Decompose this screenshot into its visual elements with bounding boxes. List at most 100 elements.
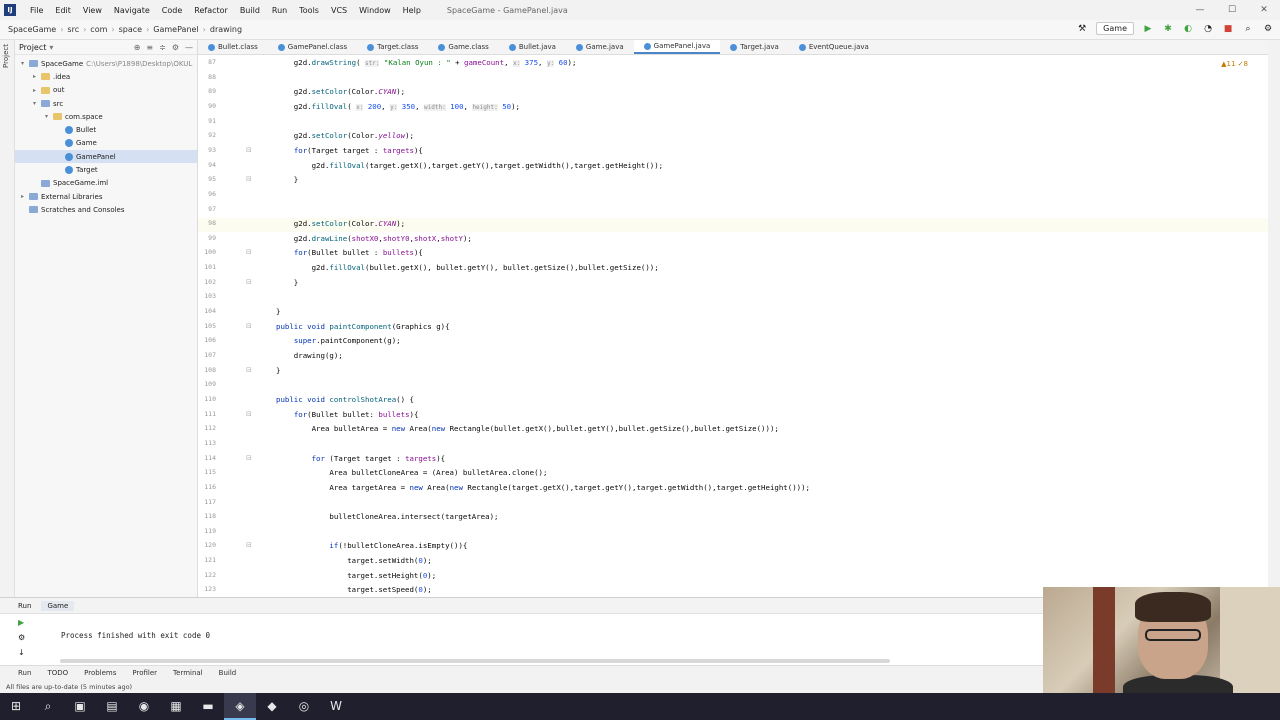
fold-marker-icon[interactable]: ⊟ bbox=[246, 366, 252, 374]
taskbar-app-icon[interactable]: ◆ bbox=[256, 693, 288, 720]
tool-window-terminal[interactable]: Terminal bbox=[173, 669, 203, 677]
editor-tab[interactable]: EventQueue.java bbox=[789, 40, 879, 54]
tool-window-profiler[interactable]: Profiler bbox=[132, 669, 157, 677]
locate-icon[interactable]: ⊕ bbox=[134, 43, 141, 52]
inspection-widget[interactable]: ▲11 ✓8 bbox=[1221, 60, 1248, 68]
code-line[interactable]: Area bulletCloneArea = (Area) bulletArea… bbox=[276, 468, 547, 477]
breadcrumb-item[interactable]: SpaceGame bbox=[4, 25, 60, 34]
taskbar-app-icon[interactable]: ▤ bbox=[96, 693, 128, 720]
tree-item[interactable]: SpaceGame.iml bbox=[15, 177, 197, 190]
menu-help[interactable]: Help bbox=[397, 6, 427, 15]
fold-marker-icon[interactable]: ⊟ bbox=[246, 175, 252, 183]
expand-all-icon[interactable]: ≑ bbox=[159, 43, 166, 52]
taskbar-app-icon[interactable]: ▦ bbox=[160, 693, 192, 720]
wrench-icon[interactable]: ⚙ bbox=[18, 633, 25, 642]
code-line[interactable]: } bbox=[276, 366, 280, 375]
taskbar-app-icon[interactable]: W bbox=[320, 693, 352, 720]
chevron-down-icon[interactable]: ▾ bbox=[49, 43, 53, 52]
code-line[interactable]: g2d.drawLine(shotX0,shotY0,shotX,shotY); bbox=[276, 234, 472, 243]
taskbar-app-icon[interactable]: ◎ bbox=[288, 693, 320, 720]
code-line[interactable]: for(Bullet bullet: bullets){ bbox=[276, 410, 419, 419]
collapse-all-icon[interactable]: ≡ bbox=[146, 43, 153, 52]
menu-run[interactable]: Run bbox=[266, 6, 293, 15]
tree-item[interactable]: Bullet bbox=[15, 123, 197, 136]
menu-vcs[interactable]: VCS bbox=[325, 6, 353, 15]
expand-arrow-icon[interactable]: ▾ bbox=[33, 100, 41, 107]
fold-marker-icon[interactable]: ⊟ bbox=[246, 454, 252, 462]
taskbar-app-icon[interactable]: ⌕ bbox=[32, 693, 64, 720]
code-line[interactable]: target.setHeight(0); bbox=[276, 571, 436, 580]
maximize-icon[interactable]: ☐ bbox=[1216, 0, 1248, 20]
code-line[interactable]: target.setWidth(0); bbox=[276, 556, 432, 565]
gear-icon[interactable]: ⚙ bbox=[172, 43, 179, 52]
run-tab-game[interactable]: Game bbox=[41, 600, 75, 611]
editor-tab[interactable]: Target.class bbox=[357, 40, 428, 54]
project-tool-button[interactable]: Project bbox=[0, 40, 12, 72]
settings-icon[interactable]: ⚙ bbox=[1262, 23, 1274, 35]
menu-code[interactable]: Code bbox=[156, 6, 188, 15]
code-line[interactable]: g2d.fillOval(target.getX(),target.getY()… bbox=[276, 161, 664, 170]
tree-item[interactable]: GamePanel bbox=[15, 150, 197, 164]
code-line[interactable]: for(Bullet bullet : bullets){ bbox=[276, 248, 423, 257]
editor-tab[interactable]: Game.class bbox=[428, 40, 498, 54]
code-line[interactable]: g2d.drawString( str: "Kalan Oyun : " + g… bbox=[276, 58, 576, 67]
taskbar-app-icon[interactable]: ◉ bbox=[128, 693, 160, 720]
code-line[interactable]: Area bulletArea = new Area(new Rectangle… bbox=[276, 424, 779, 433]
rerun-icon[interactable]: ▶ bbox=[18, 618, 25, 627]
menu-window[interactable]: Window bbox=[353, 6, 397, 15]
breadcrumb-item[interactable]: GamePanel bbox=[149, 25, 202, 34]
code-line[interactable]: } bbox=[276, 175, 298, 184]
breadcrumb-item[interactable]: com bbox=[86, 25, 111, 34]
fold-marker-icon[interactable]: ⊟ bbox=[246, 410, 252, 418]
code-line[interactable]: g2d.fillOval(bullet.getX(), bullet.getY(… bbox=[276, 263, 659, 272]
taskbar-app-icon[interactable]: ⊞ bbox=[0, 693, 32, 720]
code-line[interactable]: g2d.setColor(Color.CYAN); bbox=[276, 87, 405, 96]
menu-refactor[interactable]: Refactor bbox=[188, 6, 234, 15]
code-line[interactable]: g2d.setColor(Color.yellow); bbox=[276, 131, 414, 140]
tool-window-todo[interactable]: TODO bbox=[47, 669, 68, 677]
code-line[interactable]: Area targetArea = new Area(new Rectangle… bbox=[276, 483, 810, 492]
expand-arrow-icon[interactable]: ▸ bbox=[33, 73, 41, 80]
tree-item[interactable]: ▾ SpaceGame C:\Users\P1898\Desktop\OKUL bbox=[15, 57, 197, 70]
menu-file[interactable]: File bbox=[24, 6, 49, 15]
minimize-icon[interactable]: — bbox=[1184, 0, 1216, 20]
build-hammer-icon[interactable]: ⚒ bbox=[1076, 23, 1088, 35]
code-line[interactable]: } bbox=[276, 307, 280, 316]
menu-edit[interactable]: Edit bbox=[49, 6, 77, 15]
tree-item[interactable]: ▾ src bbox=[15, 97, 197, 110]
tree-item[interactable]: Target bbox=[15, 163, 197, 176]
run-config-select[interactable]: Game bbox=[1096, 22, 1134, 35]
menu-navigate[interactable]: Navigate bbox=[108, 6, 156, 15]
expand-arrow-icon[interactable]: ▸ bbox=[21, 193, 29, 200]
taskbar-app-icon[interactable]: ◈ bbox=[224, 693, 256, 720]
tree-item[interactable]: ▸ out bbox=[15, 84, 197, 97]
scroll-down-icon[interactable]: ↓ bbox=[18, 648, 25, 657]
close-icon[interactable]: ✕ bbox=[1248, 0, 1280, 20]
code-line[interactable]: drawing(g); bbox=[276, 351, 343, 360]
taskbar-app-icon[interactable]: ▣ bbox=[64, 693, 96, 720]
code-line[interactable]: if(!bulletCloneArea.isEmpty()){ bbox=[276, 541, 467, 550]
code-line[interactable]: for(Target target : targets){ bbox=[276, 146, 423, 155]
tool-window-run[interactable]: Run bbox=[18, 669, 31, 677]
tree-item[interactable]: ▸ External Libraries bbox=[15, 190, 197, 203]
breadcrumb-item[interactable]: src bbox=[63, 25, 83, 34]
profile-icon[interactable]: ◔ bbox=[1202, 23, 1214, 35]
taskbar-app-icon[interactable]: ▬ bbox=[192, 693, 224, 720]
tool-window-problems[interactable]: Problems bbox=[84, 669, 116, 677]
tree-item[interactable]: ▸ .idea bbox=[15, 70, 197, 83]
expand-arrow-icon[interactable]: ▾ bbox=[21, 60, 29, 67]
stop-icon[interactable]: ■ bbox=[1222, 23, 1234, 35]
tree-item[interactable]: ▾ com.space bbox=[15, 110, 197, 123]
code-line[interactable]: for (Target target : targets){ bbox=[276, 454, 446, 463]
code-line[interactable]: g2d.fillOval( x: 200, y: 350, width: 100… bbox=[276, 102, 520, 111]
fold-marker-icon[interactable]: ⊟ bbox=[246, 248, 252, 256]
project-panel-title[interactable]: Project bbox=[19, 43, 46, 52]
menu-build[interactable]: Build bbox=[234, 6, 266, 15]
code-line[interactable]: } bbox=[276, 278, 298, 287]
hide-icon[interactable]: — bbox=[185, 43, 193, 52]
menu-view[interactable]: View bbox=[77, 6, 108, 15]
fold-marker-icon[interactable]: ⊟ bbox=[246, 146, 252, 154]
run-icon[interactable]: ▶ bbox=[1142, 23, 1154, 35]
editor-tab[interactable]: GamePanel.class bbox=[268, 40, 357, 54]
expand-arrow-icon[interactable]: ▸ bbox=[33, 87, 41, 94]
